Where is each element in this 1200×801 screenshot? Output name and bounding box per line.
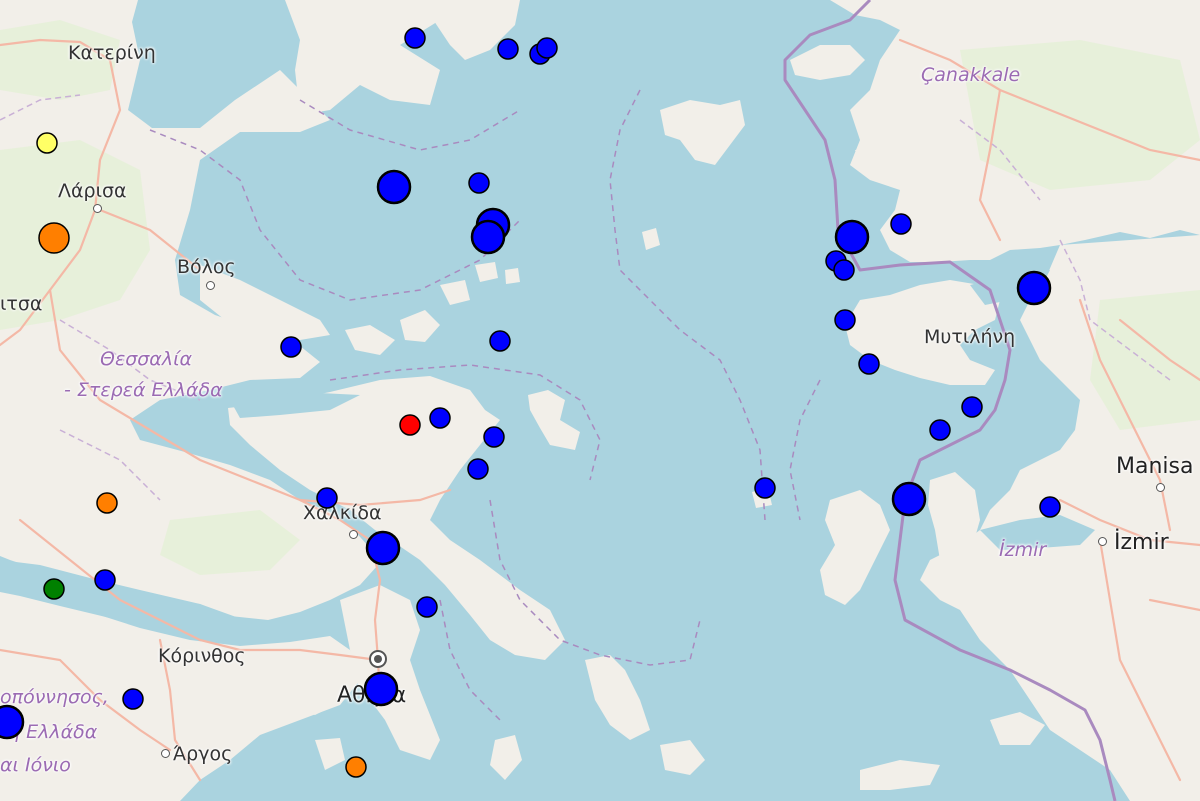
earthquake-marker-blue[interactable] (416, 596, 438, 618)
earthquake-marker-blue[interactable] (404, 27, 426, 49)
earthquake-marker-blue[interactable] (489, 330, 511, 352)
earthquake-marker-yellow[interactable] (36, 132, 58, 154)
earthquake-marker-blue[interactable] (834, 309, 856, 331)
earthquake-marker-blue[interactable] (890, 213, 912, 235)
earthquake-marker-green[interactable] (43, 578, 65, 600)
earthquake-marker-blue[interactable] (429, 407, 451, 429)
earthquake-marker-blue[interactable] (0, 704, 25, 740)
earthquake-marker-blue[interactable] (961, 396, 983, 418)
earthquake-marker-blue[interactable] (122, 688, 144, 710)
earthquake-marker-blue[interactable] (365, 530, 401, 566)
earthquake-marker-blue[interactable] (536, 37, 558, 59)
earthquake-marker-blue[interactable] (376, 169, 412, 205)
earthquake-marker-orange[interactable] (38, 222, 70, 254)
earthquake-marker-blue[interactable] (467, 458, 489, 480)
earthquake-marker-blue[interactable] (280, 336, 302, 358)
earthquake-markers-layer (0, 27, 1061, 778)
earthquake-marker-blue[interactable] (316, 487, 338, 509)
earthquake-marker-blue[interactable] (1016, 270, 1052, 306)
earthquake-marker-blue[interactable] (929, 419, 951, 441)
map-view[interactable]: Κατερίνη Λάρισα Βόλος ιτσα Θεσσαλία - Στ… (0, 0, 1200, 801)
earthquake-marker-blue[interactable] (891, 481, 927, 517)
earthquake-marker-blue[interactable] (858, 353, 880, 375)
earthquake-marker-orange[interactable] (96, 492, 118, 514)
earthquake-marker-red[interactable] (399, 414, 421, 436)
earthquake-marker-blue[interactable] (754, 477, 776, 499)
earthquake-marker-blue[interactable] (833, 259, 855, 281)
earthquake-marker-blue[interactable] (468, 172, 490, 194)
earthquake-marker-blue[interactable] (497, 38, 519, 60)
earthquake-marker-blue[interactable] (94, 569, 116, 591)
earthquake-marker-orange[interactable] (345, 756, 367, 778)
earthquake-marker-blue[interactable] (363, 671, 399, 707)
earthquake-marker-blue[interactable] (483, 426, 505, 448)
earthquake-marker-blue[interactable] (1039, 496, 1061, 518)
earthquake-marker-blue[interactable] (834, 219, 870, 255)
earthquake-marker-blue[interactable] (470, 219, 506, 255)
